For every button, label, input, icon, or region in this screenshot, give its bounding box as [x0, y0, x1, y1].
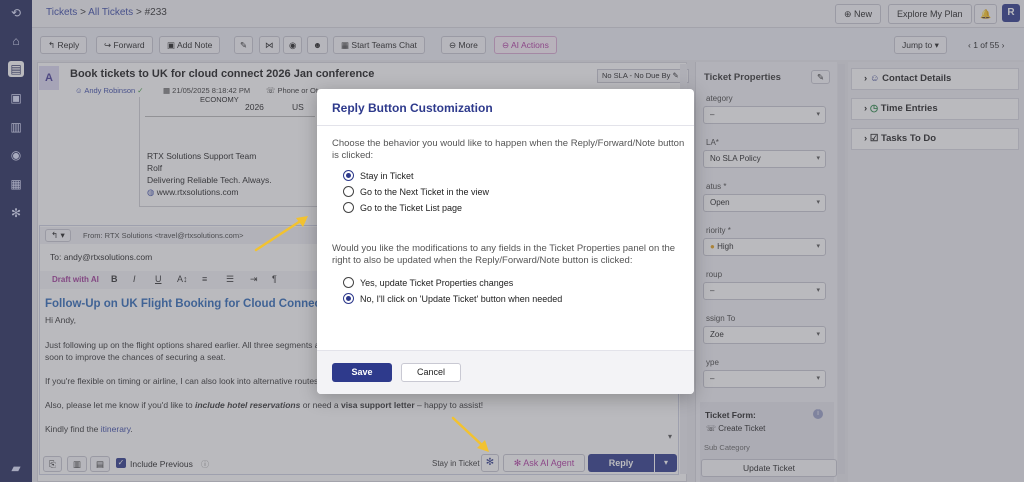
modal-divider	[317, 125, 694, 126]
option-stay-in-ticket[interactable]: Stay in Ticket	[360, 171, 414, 181]
modal-title: Reply Button Customization	[332, 101, 493, 115]
radio-ticket-list[interactable]	[343, 202, 354, 213]
option-update-properties[interactable]: Yes, update Ticket Properties changes	[360, 278, 513, 288]
radio-update-properties[interactable]	[343, 277, 354, 288]
option-manual-update[interactable]: No, I'll click on 'Update Ticket' button…	[360, 294, 562, 304]
option-ticket-list[interactable]: Go to the Ticket List page	[360, 203, 462, 213]
radio-stay-in-ticket[interactable]	[343, 170, 354, 181]
reply-customization-modal	[317, 89, 694, 394]
option-next-ticket[interactable]: Go to the Next Ticket in the view	[360, 187, 489, 197]
save-button[interactable]: Save	[332, 363, 392, 382]
radio-next-ticket[interactable]	[343, 186, 354, 197]
properties-question: Would you like the modifications to any …	[332, 243, 676, 266]
cancel-button[interactable]: Cancel	[401, 363, 461, 382]
radio-manual-update[interactable]	[343, 293, 354, 304]
behavior-question: Choose the behavior you would like to ha…	[332, 138, 685, 161]
annotation-arrow-icon	[451, 416, 489, 452]
annotation-arrow-icon	[254, 216, 308, 252]
